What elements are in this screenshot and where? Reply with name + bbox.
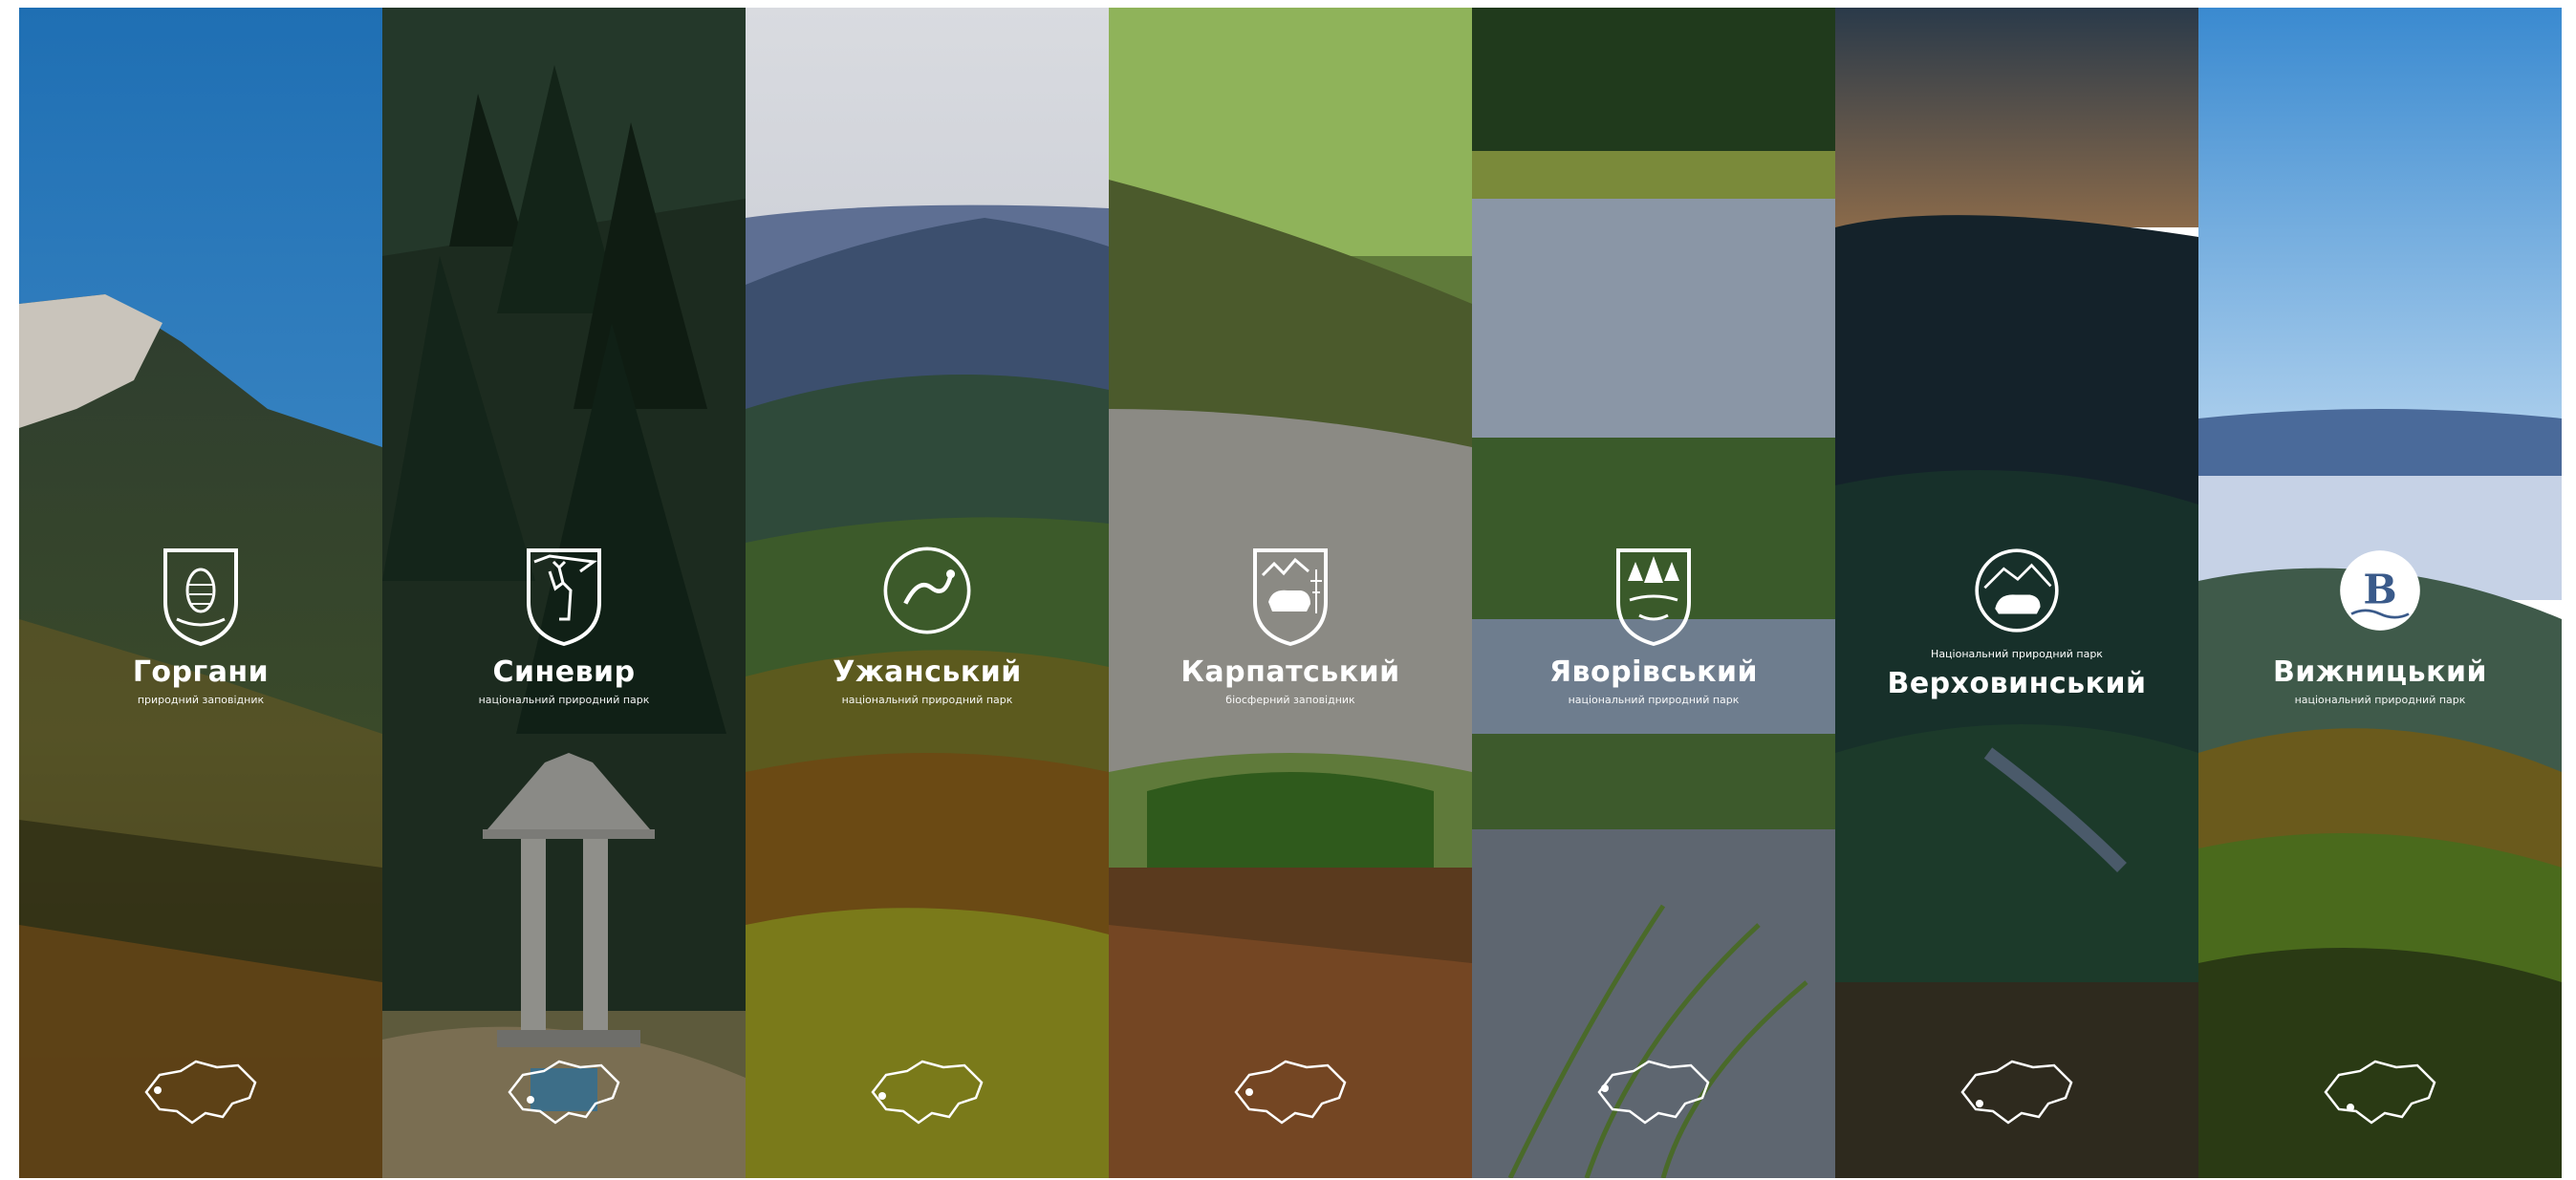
park-category: Національний природний парк [1931,648,2103,660]
panel-vyzhnytskyi: В Вижницький національний природний парк [2198,8,2562,1178]
park-subtitle: біосферний заповідник [1225,694,1355,706]
emblem [1472,543,1835,648]
park-title: Ужанський [833,655,1022,689]
park-title: Горгани [132,655,270,689]
park-title: Верховинський [1887,667,2147,700]
ukraine-map-icon [1835,1054,2198,1130]
emblem [382,543,746,648]
park-subtitle: національний природний парк [841,694,1013,706]
ukraine-map-icon [2198,1054,2562,1130]
park-subtitle: національний природний парк [2294,694,2466,706]
park-title: Вижницький [2272,655,2488,689]
deer-icon [527,548,601,647]
letter-b-waves-icon: В [2340,550,2420,631]
panel-gorgany: Горгани природний заповідник [19,8,382,1178]
ukraine-map-icon [1472,1054,1835,1130]
park-title: Яворівський [1548,655,1759,689]
emblem [746,543,1109,638]
bear-circle-icon [1975,548,2059,633]
panel-uzhanskyi: Ужанський національний природний парк [746,8,1109,1178]
park-title: Карпатський [1180,655,1400,689]
bear-mountains-icon [1253,548,1328,647]
emblem [1835,543,2198,638]
park-subtitle: національний природний парк [1568,694,1740,706]
emblem: В [2198,543,2562,638]
ukraine-map-icon [19,1054,382,1130]
salamander-icon [883,547,971,634]
ukraine-map-icon [746,1054,1109,1130]
park-subtitle: національний природний парк [478,694,650,706]
panel-verkhovynskyi: Національний природний парк Верховинськи… [1835,8,2198,1178]
svg-text:В: В [2363,567,2396,613]
ukraine-map-icon [382,1054,746,1130]
emblem [1109,543,1472,648]
panel-yavorivskyi: Яворівський національний природний парк [1472,8,1835,1178]
pine-cone-icon [163,548,238,647]
trees-river-icon [1616,548,1691,647]
parks-banner: Горгани природний заповідник Синевир нац… [19,8,2562,1178]
panel-synevyr: Синевир національний природний парк [382,8,746,1178]
park-subtitle: природний заповідник [137,694,265,706]
ukraine-map-icon [1109,1054,1472,1130]
panel-karpatskyi: Карпатський біосферний заповідник [1109,8,1472,1178]
emblem [19,543,382,648]
park-title: Синевир [492,655,636,689]
